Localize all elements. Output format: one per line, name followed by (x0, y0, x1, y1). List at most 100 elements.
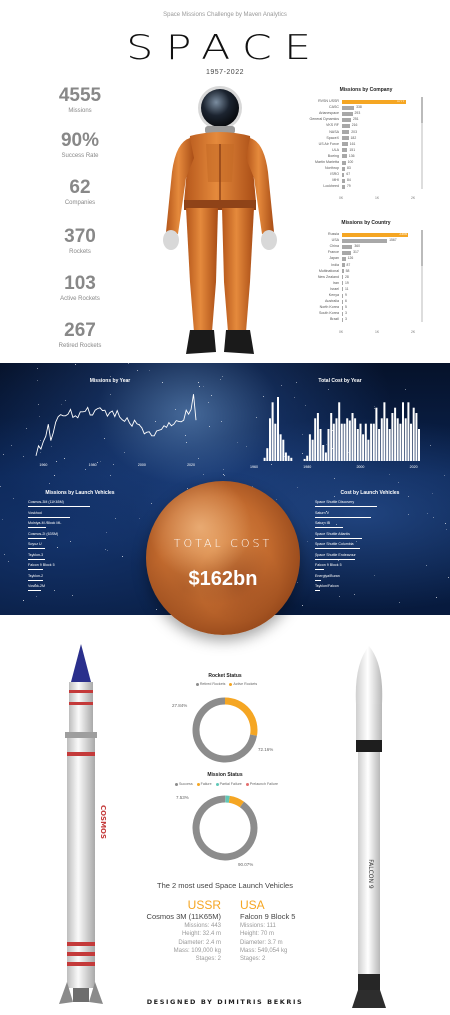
vehicle-spec: Missions: 443 (184, 923, 221, 929)
chart-scrollbar[interactable] (421, 97, 423, 189)
bar-row: Boeing 136 (328, 153, 414, 159)
bar-value-label: 87 (346, 262, 351, 267)
chart-title-missions-by-company: Missions by Company (339, 87, 393, 93)
bar (340, 423, 343, 461)
bar (303, 458, 306, 461)
bar (342, 275, 343, 280)
legend-dot-partial-failure (215, 782, 219, 786)
x-axis-missions-by-company: 0K 1K 2K (339, 196, 415, 202)
bar (342, 250, 352, 255)
bar-row: Soyuz U (28, 542, 90, 552)
bar-value-label: 3 (345, 311, 347, 316)
star-decoration (445, 529, 447, 531)
chart-rocket-status (192, 697, 258, 763)
chart-scrollbar[interactable] (421, 230, 423, 322)
cosmos-rocket-illustration: COSMOS (59, 644, 107, 1004)
star-decoration (36, 368, 38, 370)
bar (342, 160, 346, 165)
kpi-label: Active Rockets (60, 296, 100, 302)
bar-row: Iran 19 (333, 281, 414, 286)
vehicle-spec: Mass: 549,054 kg (240, 947, 288, 954)
bar-value-label: 2306 (399, 232, 407, 236)
bar-row: Tsyklon-3 (28, 553, 90, 563)
bar-category-label: Multinational (318, 268, 339, 273)
bar-row: US Air Force 161 (319, 142, 414, 147)
bar-category-label: Space Shuttle Atlantis (315, 531, 350, 536)
bar (356, 429, 359, 461)
bar (316, 413, 319, 461)
bar (282, 439, 285, 461)
bar (342, 166, 345, 171)
legend-dot-active (229, 682, 233, 686)
kpi-active-rockets: 103 Active Rockets (40, 273, 120, 302)
bar (284, 452, 287, 461)
kpi-label: Missions (68, 108, 92, 114)
pie-slice (192, 795, 258, 861)
bar-value-label: 83 (346, 166, 351, 171)
slice-label-success: 90.07% (238, 862, 254, 867)
kpi-label: Rockets (69, 249, 91, 255)
bar-category-label: Boeing (327, 153, 339, 158)
chart-title-cost-by-launch-vehicles: Cost by Launch Vehicles (340, 490, 400, 496)
bar-category-label: Japan (329, 256, 339, 261)
star-decoration (435, 596, 437, 598)
star-decoration (23, 455, 25, 457)
bar-value-label: 28 (345, 274, 349, 279)
bar-row: USA 1567 (332, 238, 414, 243)
star-decoration (445, 523, 447, 525)
series-line (35, 394, 197, 456)
legend-dot-success (175, 782, 179, 786)
bar-category-label: Australia (325, 299, 339, 304)
legend-dot-retired (195, 682, 199, 686)
bar-category-label: US Air Force (318, 141, 339, 146)
bar (412, 407, 415, 461)
bar (274, 423, 277, 461)
chart-missions-by-launch-vehicles: Cosmos-3M (11K65M) Voskhod Molniya-M /Bloc… (28, 500, 128, 600)
bar (348, 420, 351, 461)
bar-row: Tsyklon-2 (28, 574, 90, 584)
x-tick-label: 2020 (187, 463, 195, 467)
bar-row: MHI 84 (332, 178, 414, 183)
chart-cost-by-launch-vehicles: Space Shuttle Discovery Saturn V Saturn IB… (315, 500, 415, 600)
vehicle-spec: Stages: 2 (195, 956, 221, 963)
star-decoration (306, 541, 308, 543)
bar (315, 537, 362, 539)
bar-category-label: Falcon 9 Block 5 (28, 563, 55, 567)
vehicle-name: Falcon 9 Block 5 (240, 912, 296, 921)
bar (342, 117, 352, 122)
bar-value-label: 136 (348, 153, 355, 158)
chart-missions-by-year: 1960 1980 2000 2020 (35, 394, 197, 467)
bar (342, 287, 343, 292)
bar-value-label: 9 (345, 293, 347, 297)
bar-row: ULA 151 (332, 148, 414, 153)
bar (362, 434, 365, 461)
bar (342, 184, 345, 189)
bar (324, 452, 327, 461)
bar-row: VKS RF 216 (326, 123, 414, 128)
bar (327, 429, 330, 461)
bar-row: Tsyklon/Falcon (315, 584, 377, 594)
bar-category-label: Martin Marietta (315, 160, 339, 164)
kpi-success-rate: 90% Success Rate (40, 130, 120, 159)
bar-row: Multinational 58 (319, 269, 414, 274)
bar (394, 407, 397, 461)
bar-row: Molniya-M /Block ML (28, 521, 90, 531)
bar-row: Vostok-2M (28, 584, 90, 594)
bar-category-label: NASA (329, 129, 339, 134)
falcon9-rocket-illustration: FALCON 9 (352, 646, 386, 1008)
star-decoration (221, 420, 223, 422)
slice-label-failure: 7.53% (176, 795, 189, 800)
bar (354, 418, 357, 461)
bar-row: Space Shuttle Atlantis (315, 532, 377, 542)
star-decoration (1, 519, 3, 521)
page-title: SPACE (126, 28, 324, 68)
bar-category-label: Cosmos-2I (63SM) (28, 531, 59, 536)
slice-label-retired: 72.16% (258, 747, 274, 752)
bar-row: Energiya/Buran (315, 574, 377, 584)
bar-category-label: USA (331, 238, 339, 243)
bar (263, 457, 266, 461)
x-tick-label: 0K (339, 196, 344, 200)
star-decoration (399, 601, 401, 603)
bar (28, 527, 46, 529)
bar-row: France 317 (328, 250, 414, 255)
